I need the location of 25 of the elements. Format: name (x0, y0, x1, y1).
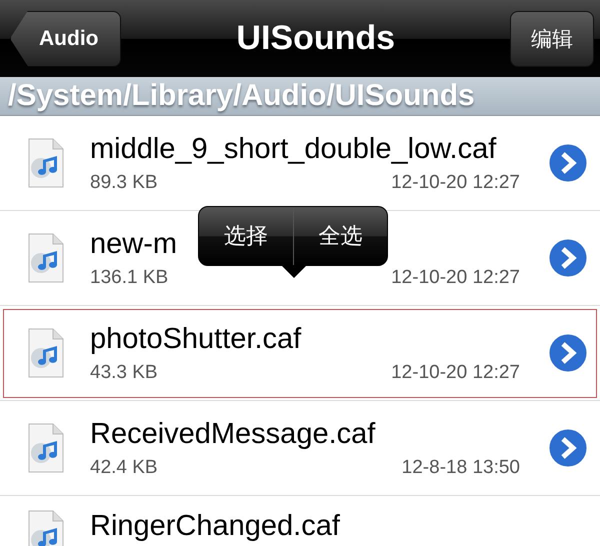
file-size: 43.3 KB (90, 362, 158, 384)
music-file-icon (28, 233, 64, 283)
file-date: 12-10-20 12:27 (391, 266, 520, 288)
file-size: 136.1 KB (90, 266, 168, 288)
file-name: ReceivedMessage.caf (90, 418, 376, 450)
edit-button[interactable]: 编辑 (510, 10, 594, 66)
window-title: UISounds (236, 19, 396, 58)
file-name: new-m (90, 228, 178, 260)
file-date: 12-10-20 12:27 (391, 362, 520, 384)
file-row[interactable]: ReceivedMessage.caf 42.4 KB 12-8-18 13:50 (0, 401, 600, 496)
music-file-icon (28, 423, 64, 473)
file-size: 42.4 KB (90, 456, 158, 478)
music-file-icon (28, 138, 64, 188)
path-text: /System/Library/Audio/UISounds (8, 79, 475, 113)
music-file-icon (28, 328, 64, 378)
file-date: 12-10-20 12:27 (391, 172, 520, 194)
file-name: photoShutter.caf (90, 322, 302, 356)
file-row[interactable]: RingerChanged.caf (0, 496, 600, 546)
file-name: middle_9_short_double_low.caf (90, 132, 496, 166)
file-size: 89.3 KB (90, 172, 158, 194)
back-button[interactable]: Audio (10, 10, 122, 66)
file-name: RingerChanged.caf (90, 510, 340, 543)
file-date: 12-8-18 13:50 (402, 456, 520, 478)
file-row[interactable]: photoShutter.caf 43.3 KB 12-10-20 12:27 (0, 306, 600, 401)
menu-item[interactable]: 全选 (293, 207, 387, 265)
